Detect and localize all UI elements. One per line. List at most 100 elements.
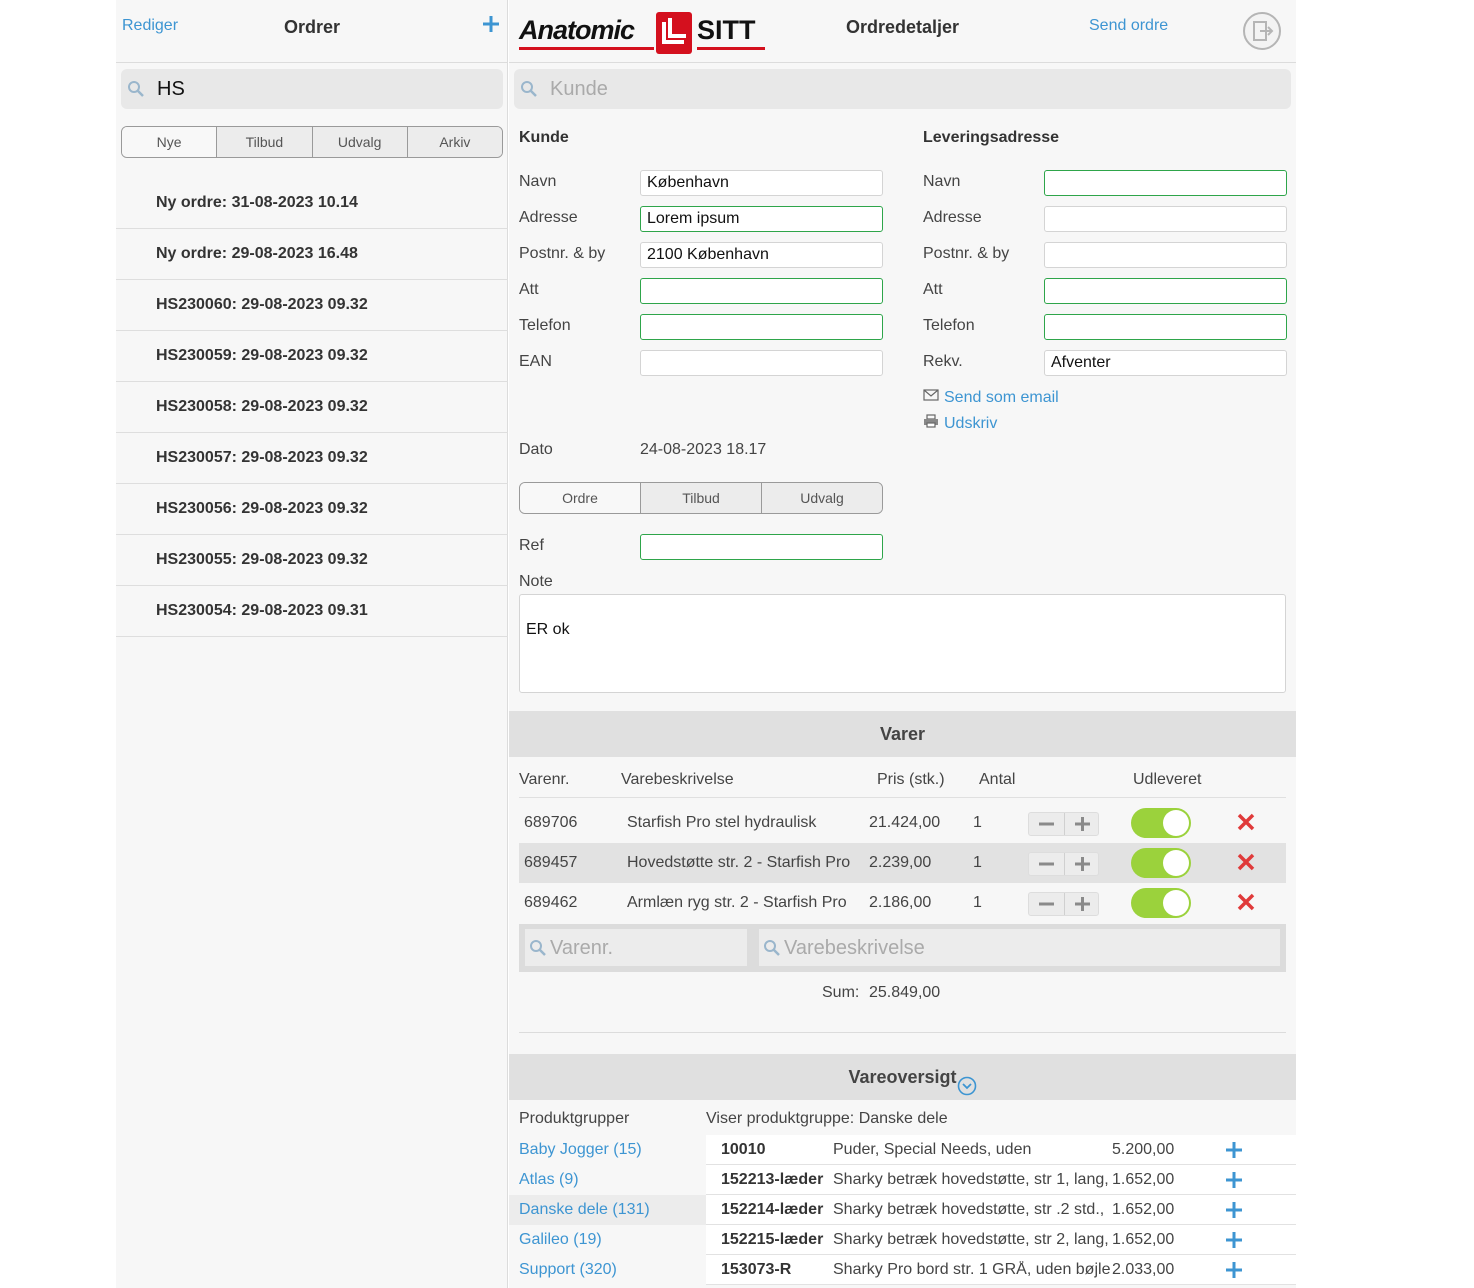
- delivery-address-field[interactable]: [1044, 206, 1287, 232]
- minus-icon[interactable]: [1029, 893, 1064, 915]
- product-row: 152215-læder Sharky betræk hovedstøtte, …: [706, 1225, 1296, 1255]
- plus-icon[interactable]: [1225, 1201, 1243, 1224]
- print-link[interactable]: Udskriv: [944, 415, 997, 433]
- order-list-item[interactable]: Ny ordre: 31-08-2023 10.14: [116, 178, 508, 229]
- orders-search-input[interactable]: HS: [121, 69, 503, 109]
- plus-icon[interactable]: [1225, 1141, 1243, 1164]
- order-list-item[interactable]: HS230060: 29-08-2023 09.32: [116, 280, 508, 331]
- customer-phone-field[interactable]: [640, 314, 883, 340]
- order-label: HS230059: 29-08-2023 09.32: [156, 347, 368, 364]
- order-list-item[interactable]: HS230054: 29-08-2023 09.31: [116, 586, 508, 637]
- product-nr: 152213-læder: [721, 1171, 824, 1188]
- divider: [519, 797, 1286, 798]
- chevron-down-icon[interactable]: [957, 1067, 977, 1113]
- plus-icon[interactable]: [1225, 1231, 1243, 1254]
- customer-search-input[interactable]: Kunde: [514, 69, 1291, 109]
- tab-udvalg[interactable]: Udvalg: [311, 127, 407, 157]
- minus-icon[interactable]: [1029, 813, 1064, 835]
- tab-udvalg[interactable]: Udvalg: [761, 483, 882, 513]
- plus-icon[interactable]: [1225, 1261, 1243, 1284]
- delivery-zip-field[interactable]: [1044, 242, 1287, 268]
- customer-att-field[interactable]: [640, 278, 883, 304]
- item-price: 21.424,00: [869, 814, 941, 831]
- delivered-toggle[interactable]: [1131, 808, 1191, 838]
- product-group-link[interactable]: Atlas (9): [509, 1165, 706, 1195]
- product-group-link[interactable]: Galileo (19): [509, 1225, 706, 1255]
- order-list-item[interactable]: HS230056: 29-08-2023 09.32: [116, 484, 508, 535]
- customer-name-field[interactable]: København: [640, 170, 883, 196]
- delivery-rekv-label: Rekv.: [923, 353, 963, 370]
- delivery-zip-label: Postnr. & by: [923, 245, 1010, 262]
- sum-value: 25.849,00: [869, 984, 941, 1001]
- plus-icon[interactable]: [482, 15, 500, 38]
- delete-icon[interactable]: [1237, 813, 1255, 836]
- item-nr-placeholder: Varenr.: [550, 937, 613, 959]
- plus-icon[interactable]: [1064, 813, 1099, 835]
- brand-logo: Anatomic SITT: [519, 12, 765, 56]
- order-list-item[interactable]: HS230059: 29-08-2023 09.32: [116, 331, 508, 382]
- item-desc: Armlæn ryg str. 2 - Starfish Pro: [627, 894, 847, 911]
- product-price: 1.652,00: [1112, 1171, 1175, 1188]
- product-group-link[interactable]: Baby Jogger (15): [509, 1135, 706, 1165]
- order-label: HS230057: 29-08-2023 09.32: [156, 449, 368, 466]
- product-desc: Sharky betræk hovedstøtte, str 2, lang,: [833, 1231, 1109, 1248]
- delete-icon[interactable]: [1237, 893, 1255, 916]
- toggle-knob: [1163, 810, 1189, 836]
- send-email-link[interactable]: Send som email: [944, 389, 1059, 407]
- item-price: 2.186,00: [869, 894, 932, 911]
- customer-ean-label: EAN: [519, 353, 552, 370]
- order-list-item[interactable]: HS230055: 29-08-2023 09.32: [116, 535, 508, 586]
- order-list-item[interactable]: HS230058: 29-08-2023 09.32: [116, 382, 508, 433]
- tab-nye[interactable]: Nye: [122, 127, 217, 157]
- column-header: Varenr.: [519, 771, 570, 788]
- customer-address-field[interactable]: Lorem ipsum: [640, 206, 883, 232]
- customer-zip-field[interactable]: 2100 København: [640, 242, 883, 268]
- logo-underline: [519, 47, 654, 50]
- edit-button[interactable]: Rediger: [122, 17, 178, 35]
- order-details-panel: Anatomic SITT Ordredetaljer Send ordre K…: [509, 0, 1296, 1288]
- tab-tilbud[interactable]: Tilbud: [640, 483, 761, 513]
- item-qty: 1: [973, 814, 982, 831]
- order-label: HS230056: 29-08-2023 09.32: [156, 500, 368, 517]
- tab-arkiv[interactable]: Arkiv: [406, 127, 502, 157]
- send-order-button[interactable]: Send ordre: [1089, 17, 1168, 35]
- plus-icon[interactable]: [1064, 853, 1099, 875]
- item-nr: 689457: [524, 854, 578, 871]
- plus-icon[interactable]: [1064, 893, 1099, 915]
- ref-field[interactable]: [640, 534, 883, 560]
- delivered-toggle[interactable]: [1131, 848, 1191, 878]
- delivered-toggle[interactable]: [1131, 888, 1191, 918]
- date-label: Dato: [519, 441, 553, 458]
- product-row: 10010 Puder, Special Needs, uden 5.200,0…: [706, 1135, 1296, 1165]
- order-label: HS230054: 29-08-2023 09.31: [156, 602, 368, 619]
- note-textarea[interactable]: ER ok: [519, 594, 1286, 693]
- minus-icon[interactable]: [1029, 853, 1064, 875]
- quantity-stepper: [1028, 892, 1099, 916]
- order-label: HS230055: 29-08-2023 09.32: [156, 551, 368, 568]
- product-group-link[interactable]: Danske dele (131): [509, 1195, 706, 1225]
- tab-tilbud[interactable]: Tilbud: [216, 127, 312, 157]
- delete-icon[interactable]: [1237, 853, 1255, 876]
- details-header: Anatomic SITT Ordredetaljer Send ordre: [509, 0, 1296, 63]
- logout-icon[interactable]: [1242, 11, 1282, 56]
- quantity-stepper: [1028, 812, 1099, 836]
- item-nr-search-input[interactable]: Varenr.: [525, 929, 747, 966]
- product-group-link[interactable]: Support (320): [509, 1255, 706, 1285]
- plus-icon[interactable]: [1225, 1171, 1243, 1194]
- orders-header: Rediger Ordrer: [116, 0, 507, 63]
- delivery-phone-field[interactable]: [1044, 314, 1287, 340]
- product-price: 2.033,00: [1112, 1261, 1175, 1278]
- delivery-rekv-field[interactable]: Afventer: [1044, 350, 1287, 376]
- item-desc-search-input[interactable]: Varebeskrivelse: [759, 929, 1280, 966]
- order-list-item[interactable]: HS230057: 29-08-2023 09.32: [116, 433, 508, 484]
- customer-ean-field[interactable]: [640, 350, 883, 376]
- order-label: HS230060: 29-08-2023 09.32: [156, 296, 368, 313]
- customer-address-label: Adresse: [519, 209, 578, 226]
- items-heading: Varer: [509, 711, 1296, 757]
- order-list-item[interactable]: Ny ordre: 29-08-2023 16.48: [116, 229, 508, 280]
- toggle-knob: [1163, 850, 1189, 876]
- delivery-name-field[interactable]: [1044, 170, 1287, 196]
- envelope-icon: [923, 388, 939, 407]
- tab-ordre[interactable]: Ordre: [520, 483, 640, 513]
- delivery-att-field[interactable]: [1044, 278, 1287, 304]
